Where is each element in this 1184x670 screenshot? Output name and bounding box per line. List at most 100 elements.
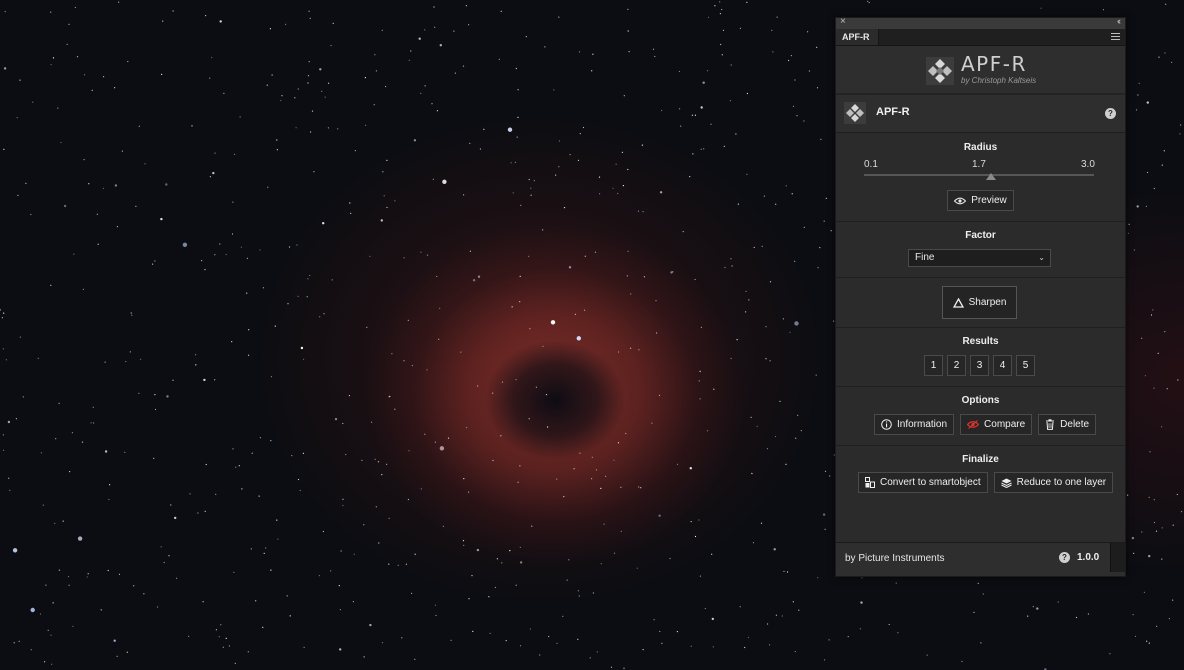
star [403,360,405,362]
star [39,613,42,615]
star [118,1,120,3]
star [86,576,88,578]
result-3-button[interactable]: 3 [970,355,989,376]
star [574,313,577,315]
help-icon[interactable]: ? [1105,108,1116,119]
star [1161,426,1163,428]
star [234,153,236,155]
star [1172,599,1174,601]
star [531,525,533,527]
radius-slider-handle[interactable] [985,173,996,180]
star [13,642,15,644]
star [388,563,390,565]
star [694,278,696,281]
preview-button[interactable]: Preview [947,190,1014,211]
star [432,178,434,180]
result-1-button[interactable]: 1 [924,355,943,376]
star [623,95,625,97]
star [1133,552,1135,555]
star [625,432,627,435]
star [1036,607,1039,610]
star [498,58,500,61]
close-icon[interactable]: × [840,16,846,27]
star [209,176,211,178]
logo-subtitle: by Christoph Kaltseis [961,76,1037,85]
star [463,194,465,196]
star [528,178,530,181]
star [215,629,217,631]
factor-dropdown[interactable]: Fine ⌄ [908,249,1051,267]
delete-button[interactable]: Delete [1038,414,1097,435]
star [165,183,168,186]
result-4-button[interactable]: 4 [993,355,1012,376]
star [447,437,450,439]
reduce-to-one-layer-button[interactable]: Reduce to one layer [993,472,1114,493]
convert-to-smartobject-button[interactable]: Convert to smartobject [858,472,988,493]
sharpen-section: Sharpen [836,278,1125,328]
star [307,82,309,84]
star [794,79,796,81]
scrollbar[interactable] [1110,543,1125,572]
result-2-button[interactable]: 2 [947,355,966,376]
sharpen-button[interactable]: Sharpen [942,286,1017,319]
star [297,478,300,481]
star [2,434,4,436]
star [3,312,5,314]
star [240,246,242,248]
tab-apf-r[interactable]: APF-R [836,29,879,45]
star [211,56,213,59]
star [52,602,54,604]
star [152,263,154,265]
star [1127,494,1129,496]
star [116,655,118,658]
star [297,88,299,90]
radius-slider-track[interactable] [864,174,1094,176]
panel-menu-icon[interactable] [1111,33,1120,40]
star [1127,232,1129,234]
star [519,645,522,647]
collapse-icon[interactable]: ‹‹ [1117,16,1121,26]
star [345,453,347,456]
star [246,292,248,294]
star [722,29,725,31]
star [9,489,11,491]
star [735,133,737,135]
star [680,125,682,127]
star [1161,527,1163,529]
star [1153,387,1155,389]
star [44,661,46,663]
compare-button[interactable]: Compare [960,414,1033,435]
footer-help-icon[interactable]: ? [1059,552,1070,563]
star [859,628,861,630]
star [746,92,749,95]
star [420,488,422,490]
star [773,548,776,551]
star [202,601,204,603]
star [214,379,216,381]
result-5-button[interactable]: 5 [1016,355,1035,376]
information-button[interactable]: Information [874,414,955,435]
star [472,630,474,633]
star [568,266,572,269]
star [592,53,594,55]
star [32,101,34,103]
star [239,116,241,118]
star [700,148,702,150]
star [661,109,663,112]
star [1149,451,1151,453]
star [765,358,767,360]
star [542,345,544,347]
star [509,550,511,552]
star [439,307,441,309]
star [578,595,580,597]
star [60,141,62,144]
star [800,430,802,432]
star [1153,187,1155,190]
star [97,243,99,245]
star [596,651,598,653]
star [118,573,121,575]
star [462,65,465,67]
star [1176,493,1178,496]
star [752,542,755,544]
star [494,586,496,589]
